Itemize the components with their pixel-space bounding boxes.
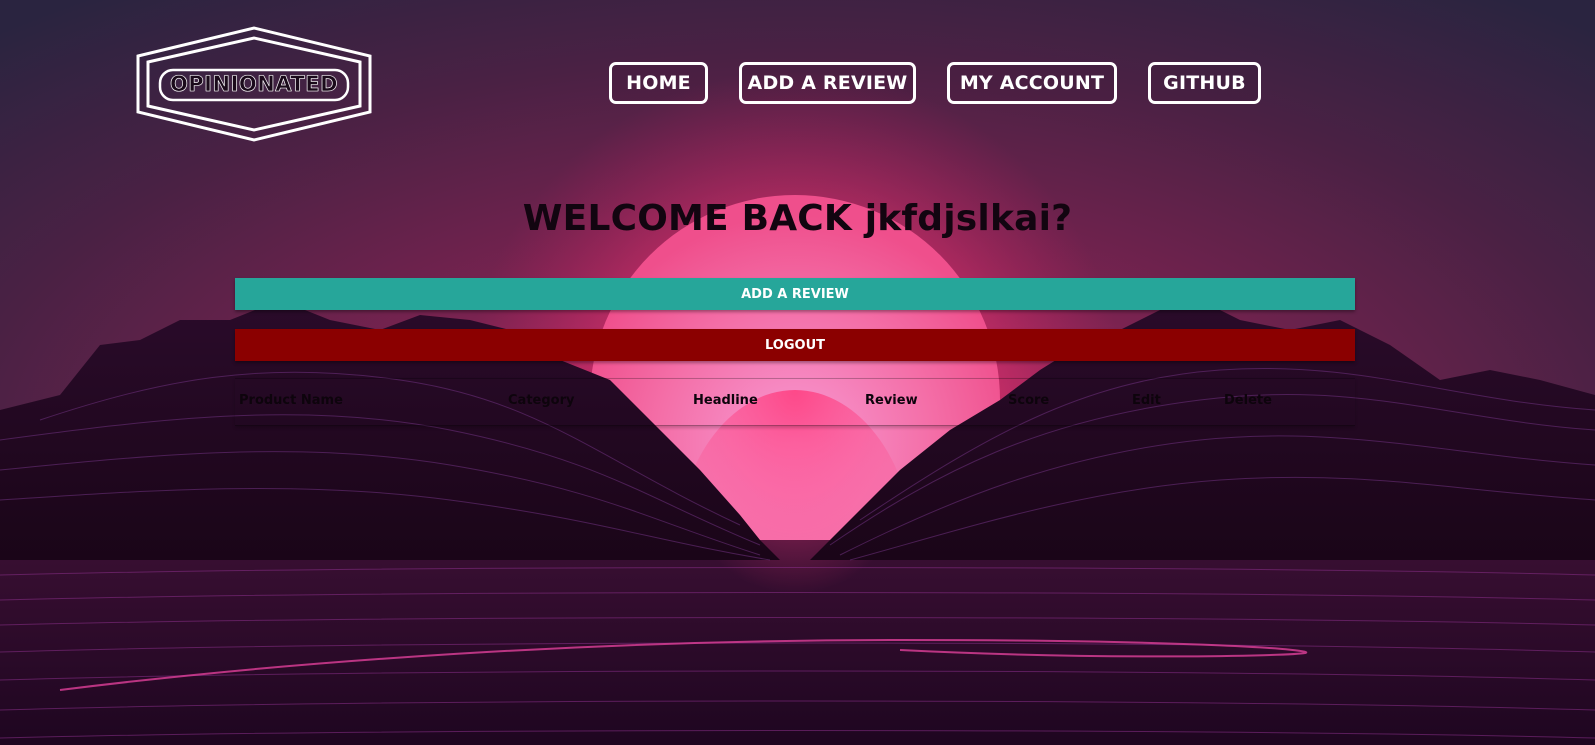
column-header-delete: Delete	[1224, 393, 1272, 408]
nav-home-button[interactable]: HOME	[609, 62, 708, 104]
column-header-product-name: Product Name	[239, 393, 343, 408]
welcome-heading: WELCOME BACK jkfdjslkai?	[522, 198, 1073, 239]
reviews-table-header: Product Name Category Headline Review Sc…	[235, 378, 1355, 426]
logout-button[interactable]: LOGOUT	[235, 329, 1355, 361]
nav-github-button[interactable]: GITHUB	[1148, 62, 1261, 104]
column-header-edit: Edit	[1132, 393, 1161, 408]
column-header-review: Review	[865, 393, 918, 408]
add-review-button[interactable]: ADD A REVIEW	[235, 278, 1355, 310]
nav-my-account-button[interactable]: MY ACCOUNT	[947, 62, 1117, 104]
main-nav: HOME ADD A REVIEW MY ACCOUNT GITHUB	[0, 62, 1595, 108]
column-header-category: Category	[508, 393, 575, 408]
column-header-headline: Headline	[693, 393, 758, 408]
nav-add-review-button[interactable]: ADD A REVIEW	[739, 62, 916, 104]
page: OPINIONATED HOME ADD A REVIEW MY ACCOUNT…	[0, 0, 1595, 745]
column-header-score: Score	[1008, 393, 1050, 408]
